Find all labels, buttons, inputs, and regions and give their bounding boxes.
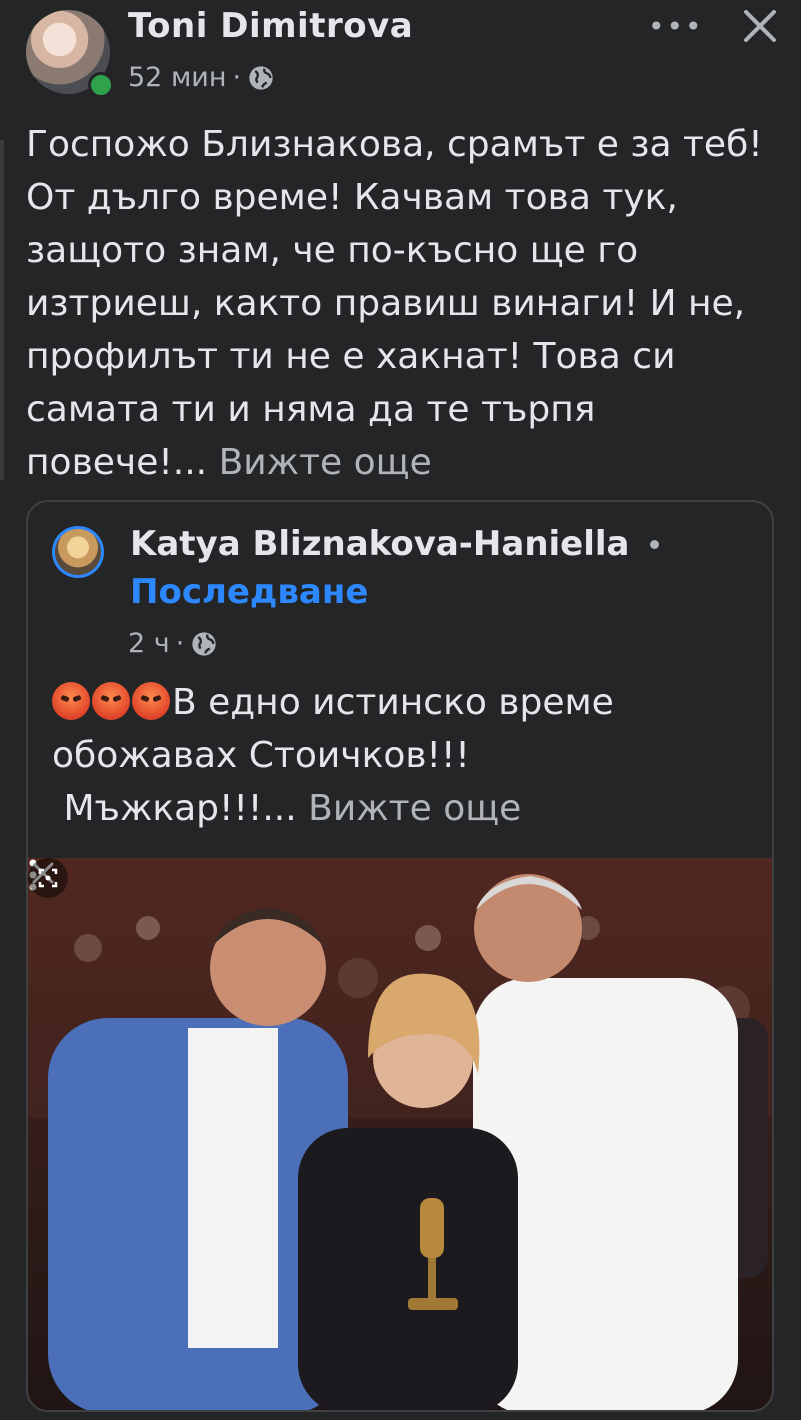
shared-post-meta: 2 ч · [128,628,218,659]
more-options-icon[interactable]: ••• [648,10,704,43]
meta-separator: · [175,628,185,659]
post-header: Toni Dimitrova 52 мин · ••• [0,0,801,110]
post-photo[interactable] [28,858,772,1410]
post-text: Госпожо Близнакова, срамът е за теб! От … [26,118,786,489]
shared-post-card[interactable]: Katya Bliznakova-Haniella Последване 2 ч… [26,500,774,1412]
meta-separator: · [232,62,242,93]
post-time[interactable]: 52 мин [128,62,227,93]
shared-post-time[interactable]: 2 ч [128,628,170,659]
shared-text-line2: Мъжкар!!!... [63,788,297,829]
post-body: Госпожо Близнакова, срамът е за теб! От … [26,124,763,483]
shared-author-name[interactable]: Katya Bliznakova-Haniella [130,524,630,564]
see-more-link[interactable]: Вижте още [219,442,432,483]
shared-post-text: В едно истинско време обожавах Стоичков!… [52,676,752,835]
name-separator-dot [650,540,659,549]
close-icon[interactable] [738,4,782,48]
shared-see-more-link[interactable]: Вижте още [308,788,521,829]
angry-face-icon [132,682,170,720]
left-edge-divider [0,140,4,480]
shared-author-avatar[interactable] [52,526,104,578]
globe-icon [192,631,216,656]
follow-button[interactable]: Последване [130,572,368,612]
photo-scene [28,858,772,1410]
post-meta: 52 мин · [128,62,275,93]
angry-face-icon [92,682,130,720]
expand-icon[interactable] [28,858,68,898]
angry-face-icon [52,682,90,720]
author-name[interactable]: Toni Dimitrova [128,6,413,46]
globe-icon [249,65,273,90]
online-status-indicator [88,72,114,98]
